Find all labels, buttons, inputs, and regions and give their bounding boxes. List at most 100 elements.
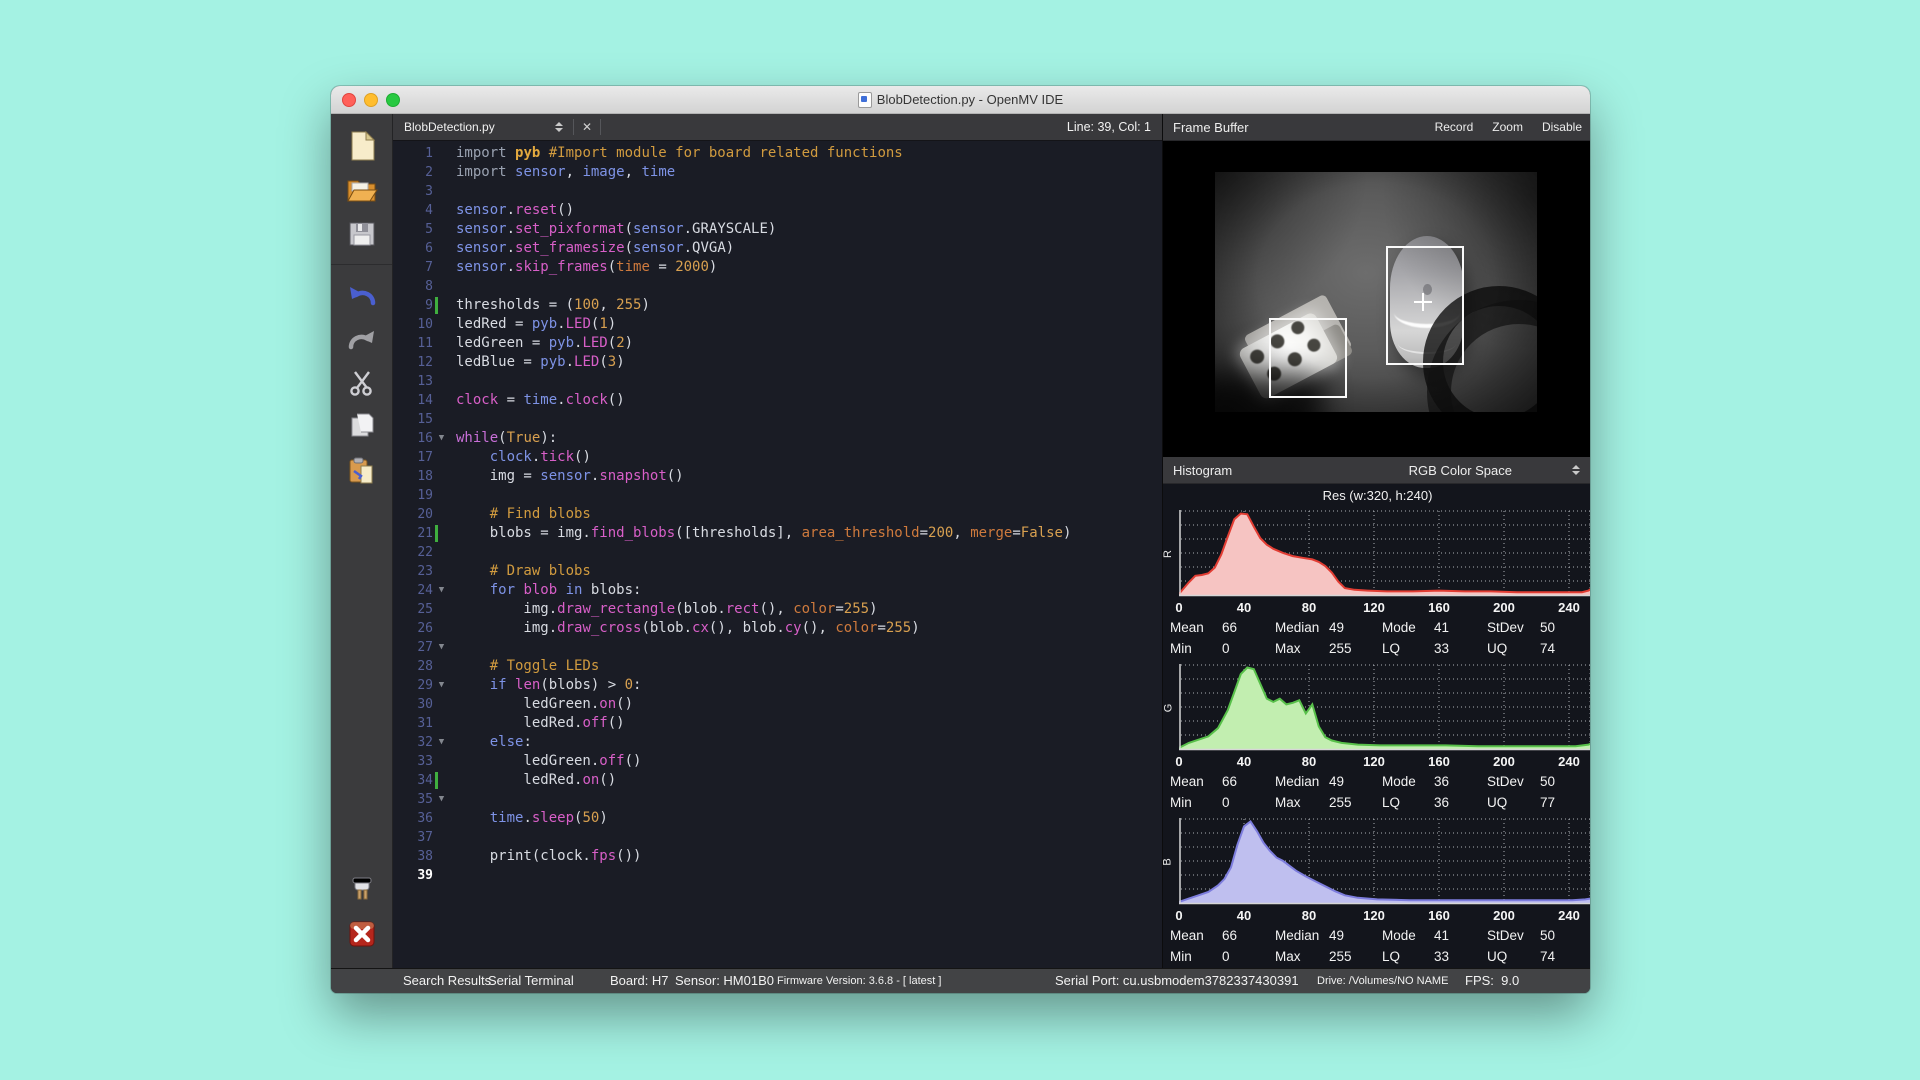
code-line: 22 (393, 543, 1162, 562)
code-text: sensor.set_framesize(sensor.QVGA) (456, 239, 734, 258)
record-button[interactable]: Record (1435, 120, 1474, 134)
gutter: 27▼ (393, 638, 456, 657)
line-number: 34 (393, 771, 433, 790)
disable-button[interactable]: Disable (1542, 120, 1582, 134)
stats-row: Mean66Median49Mode41StDev50 (1163, 925, 1590, 946)
code-text: else: (456, 733, 532, 752)
stat-value: 33 (1434, 641, 1487, 656)
stat-value: 36 (1434, 774, 1487, 789)
code-text: ledGreen = pyb.LED(2) (456, 334, 633, 353)
line-number: 1 (393, 144, 433, 163)
status-tab-search-results[interactable]: Search Results (403, 969, 491, 993)
gutter: 8 (393, 277, 456, 296)
code-line: 5sensor.set_pixformat(sensor.GRAYSCALE) (393, 220, 1162, 239)
cursor-position-label: Line: 39, Col: 1 (1067, 120, 1162, 134)
colorspace-stepper-icon[interactable] (1568, 465, 1584, 475)
histogram-chart-b: B (1163, 816, 1590, 908)
stat-label: LQ (1382, 949, 1434, 964)
code-line: 32 ▼ else: (393, 733, 1162, 752)
code-text: time.sleep(50) (456, 809, 608, 828)
line-number: 32 (393, 733, 433, 752)
fold-marker-icon[interactable]: ▼ (439, 581, 444, 600)
gutter: 3 (393, 182, 456, 201)
code-line: 38 print(clock.fps()) (393, 847, 1162, 866)
code-line: 20 # Find blobs (393, 505, 1162, 524)
stats-row: Min0Max255LQ36UQ77 (1163, 792, 1590, 813)
code-line: 4sensor.reset() (393, 201, 1162, 220)
new-file-icon[interactable] (342, 126, 382, 166)
code-line: 2import sensor, image, time (393, 163, 1162, 182)
stop-icon[interactable] (342, 914, 382, 954)
frame-buffer-view[interactable] (1163, 141, 1590, 457)
x-tick-label: 80 (1296, 908, 1322, 923)
status-tab-serial-terminal[interactable]: Serial Terminal (488, 969, 574, 993)
gutter: 4 (393, 201, 456, 220)
tab-blobdetection[interactable]: BlobDetection.py (393, 120, 551, 134)
code-editor[interactable]: 1import pyb #Import module for board rel… (393, 141, 1162, 968)
code-line: 29▼ if len(blobs) > 0: (393, 676, 1162, 695)
code-text: clock = time.clock() (456, 391, 625, 410)
code-line: 24▼ for blob in blobs: (393, 581, 1162, 600)
undo-icon[interactable] (342, 275, 382, 315)
code-line: 39 (393, 866, 1162, 885)
line-number: 6 (393, 239, 433, 258)
status-fps: FPS: 9.0 (1465, 969, 1519, 993)
code-text: img.draw_rectangle(blob.rect(), color=25… (456, 600, 878, 619)
close-window-button[interactable] (342, 93, 356, 107)
code-line: 14 clock = time.clock() (393, 391, 1162, 410)
redo-icon[interactable] (342, 319, 382, 359)
zoom-button[interactable]: Zoom (1492, 120, 1523, 134)
stat-value: 74 (1540, 949, 1590, 964)
zoom-window-button[interactable] (386, 93, 400, 107)
x-tick-label: 240 (1556, 754, 1582, 769)
x-tick-label: 40 (1231, 754, 1257, 769)
fold-marker-icon[interactable]: ▼ (439, 638, 444, 657)
change-marker (435, 297, 438, 314)
x-tick-label: 240 (1556, 908, 1582, 923)
colorspace-dropdown[interactable]: RGB Color Space (1409, 463, 1512, 478)
gutter: 10 (393, 315, 456, 334)
openmv-ide-window: BlobDetection.py - OpenMV IDE BlobDetect… (331, 86, 1590, 993)
x-tick-label: 0 (1166, 600, 1192, 615)
stat-value: 255 (1329, 949, 1382, 964)
gutter: 35▼ (393, 790, 456, 809)
x-axis-ticks: 04080120160200240 (1163, 754, 1590, 771)
line-number: 37 (393, 828, 433, 847)
fold-marker-icon[interactable]: ▼ (439, 676, 444, 695)
line-number: 14 (393, 391, 433, 410)
open-file-icon[interactable] (342, 170, 382, 210)
line-number: 21 (393, 524, 433, 543)
status-firmware: Firmware Version: 3.6.8 - [ latest ] (777, 969, 941, 993)
gutter: 33 (393, 752, 456, 771)
tab-close-icon[interactable]: ✕ (580, 121, 594, 133)
title-bar[interactable]: BlobDetection.py - OpenMV IDE (331, 86, 1590, 114)
traffic-lights (342, 86, 400, 113)
fold-marker-icon[interactable]: ▼ (439, 429, 444, 448)
connect-icon[interactable] (342, 870, 382, 910)
paste-icon[interactable] (342, 451, 382, 491)
stat-label: Min (1170, 949, 1222, 964)
line-number: 18 (393, 467, 433, 486)
gutter: 32 ▼ (393, 733, 456, 752)
fold-marker-icon[interactable]: ▼ (439, 790, 444, 809)
copy-icon[interactable] (342, 407, 382, 447)
tab-stepper-icon[interactable] (551, 122, 567, 132)
code-text: ledGreen.off() (456, 752, 641, 771)
code-text: for blob in blobs: (456, 581, 641, 600)
line-number: 20 (393, 505, 433, 524)
code-text: blobs = img.find_blobs([thresholds], are… (456, 524, 1071, 543)
fold-marker-icon[interactable]: ▼ (439, 733, 444, 752)
gutter: 34 (393, 771, 456, 790)
x-tick-label: 0 (1166, 754, 1192, 769)
document-icon (858, 92, 872, 108)
code-line: 28 # Toggle LEDs (393, 657, 1162, 676)
stat-label: Median (1275, 928, 1329, 943)
minimize-window-button[interactable] (364, 93, 378, 107)
line-number: 26 (393, 619, 433, 638)
save-file-icon[interactable] (342, 214, 382, 254)
code-text: # Draw blobs (456, 562, 591, 581)
channel-label: B (1162, 858, 1174, 865)
code-text: img.draw_cross(blob.cx(), blob.cy(), col… (456, 619, 920, 638)
code-line: 33 ledGreen.off() (393, 752, 1162, 771)
cut-icon[interactable] (342, 363, 382, 403)
